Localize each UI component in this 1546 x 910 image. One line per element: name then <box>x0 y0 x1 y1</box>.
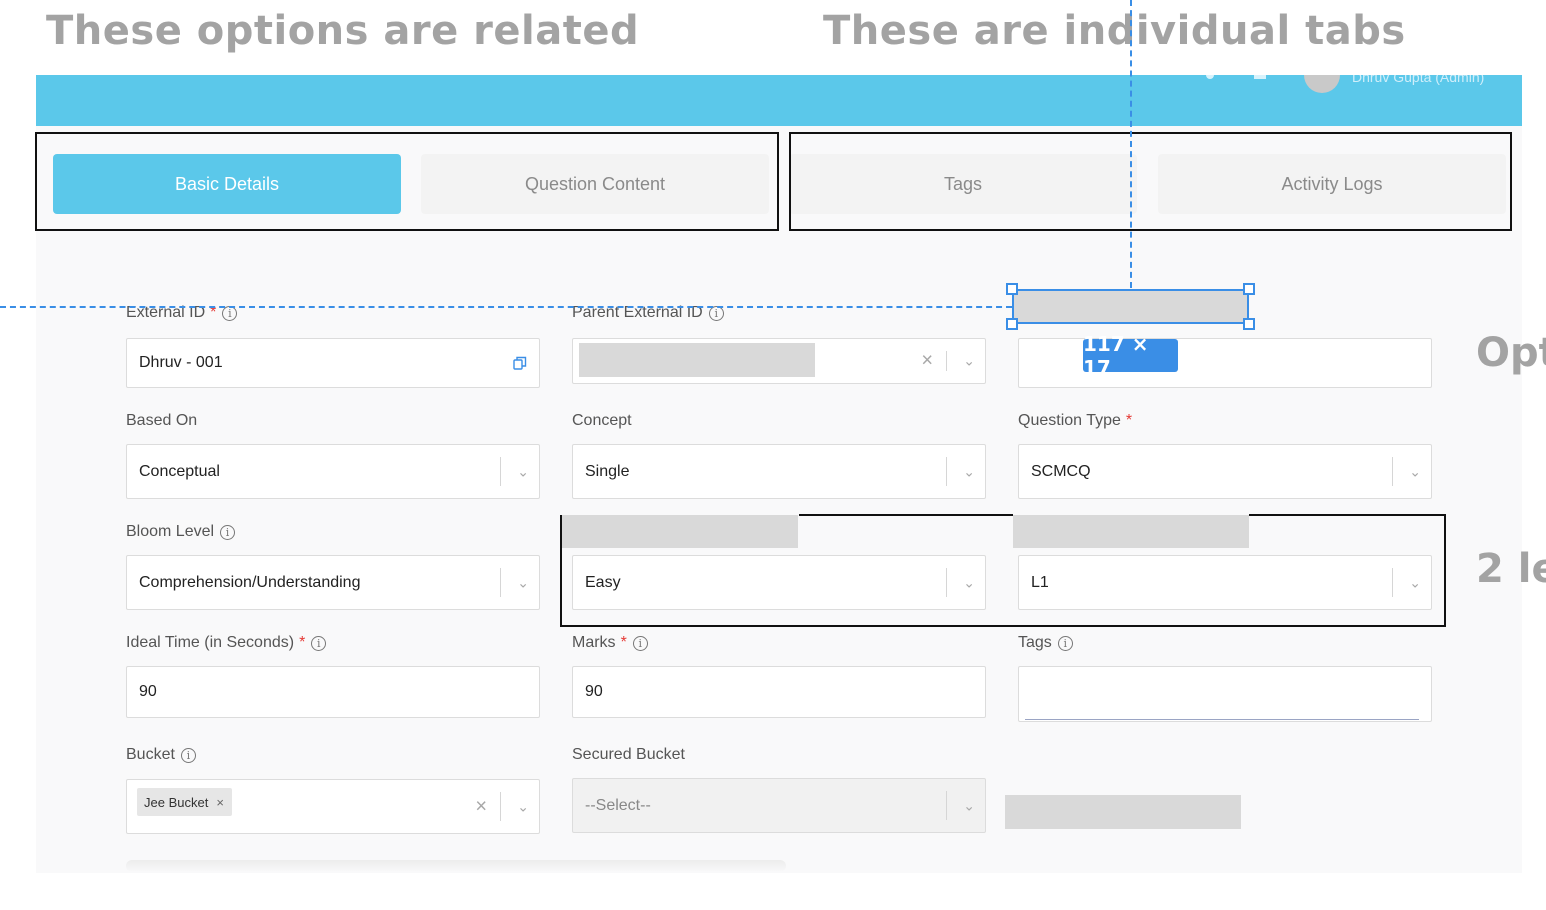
annotation-individual-tabs: These are individual tabs <box>823 8 1406 54</box>
bucket-chip[interactable]: Jee Bucket × <box>137 788 232 816</box>
secured-bucket-select[interactable]: --Select-- ⌄ <box>572 778 986 833</box>
info-icon[interactable]: i <box>1057 635 1073 651</box>
horizontal-guide-line <box>0 306 1012 308</box>
resize-handle-top-right[interactable] <box>1243 283 1255 295</box>
bloom-level-select[interactable]: Comprehension/Understanding ⌄ <box>126 555 540 610</box>
info-icon[interactable]: i <box>180 747 196 763</box>
top-bar: Dhruv Gupta (Admin) <box>36 75 1522 126</box>
resize-handle-bottom-right[interactable] <box>1243 318 1255 330</box>
chevron-down-icon[interactable]: ⌄ <box>963 797 975 814</box>
clear-icon[interactable]: × <box>475 795 487 818</box>
clear-icon[interactable]: × <box>921 350 933 373</box>
secured-bucket-label: Secured Bucket <box>572 746 685 763</box>
chevron-down-icon[interactable]: ⌄ <box>517 798 529 815</box>
dimension-badge: 117 × 17 <box>1083 332 1178 380</box>
ideal-time-label: Ideal Time (in Seconds) * i <box>126 634 327 652</box>
bucket-label: Bucket i <box>126 746 196 764</box>
copy-icon[interactable] <box>513 356 527 370</box>
chevron-down-icon[interactable]: ⌄ <box>517 574 529 591</box>
ideal-time-input[interactable]: 90 <box>126 666 540 718</box>
bloom-level-label: Bloom Level i <box>126 523 236 541</box>
user-name[interactable]: Dhruv Gupta (Admin) <box>1352 75 1484 85</box>
annotation-box-related-tabs <box>35 132 779 231</box>
marks-label: Marks * i <box>572 634 648 652</box>
resize-handle-top-left[interactable] <box>1006 283 1018 295</box>
concept-label: Concept <box>572 412 632 429</box>
redacted-block <box>1005 795 1241 829</box>
annotation-box-individual-tabs <box>789 132 1512 231</box>
resize-handle-bottom-left[interactable] <box>1006 318 1018 330</box>
avatar[interactable] <box>1304 75 1340 93</box>
concept-select[interactable]: Single ⌄ <box>572 444 986 499</box>
panel-footer-shadow <box>126 860 786 872</box>
redacted-field[interactable] <box>1018 338 1432 388</box>
chip-remove-icon[interactable]: × <box>216 795 224 810</box>
question-type-select[interactable]: SCMCQ ⌄ <box>1018 444 1432 499</box>
info-icon[interactable]: i <box>311 635 327 651</box>
chevron-down-icon[interactable]: ⌄ <box>963 463 975 480</box>
question-type-label: Question Type * <box>1018 412 1133 429</box>
annotation-related-options: These options are related <box>46 8 640 54</box>
selection-box[interactable] <box>1012 289 1249 324</box>
based-on-select[interactable]: Conceptual ⌄ <box>126 444 540 499</box>
info-icon[interactable]: i <box>220 524 236 540</box>
vertical-guide-line <box>1130 0 1132 288</box>
annotation-side-levels: 2 le <box>1476 546 1546 592</box>
parent-external-id-select[interactable]: × ⌄ <box>572 338 986 384</box>
notification-icon[interactable] <box>1206 75 1214 79</box>
info-icon[interactable]: i <box>632 635 648 651</box>
bucket-select[interactable]: Jee Bucket × × ⌄ <box>126 779 540 834</box>
annotation-side-options: Opt <box>1476 330 1546 376</box>
redacted-value <box>579 343 815 377</box>
external-id-field[interactable]: Dhruv - 001 <box>126 338 540 388</box>
chevron-down-icon[interactable]: ⌄ <box>1409 463 1421 480</box>
tags-label: Tags i <box>1018 634 1073 652</box>
tags-input[interactable] <box>1018 666 1432 722</box>
chevron-down-icon[interactable]: ⌄ <box>963 353 975 370</box>
marks-input[interactable]: 90 <box>572 666 986 718</box>
annotation-box-linked-fields <box>560 514 1446 627</box>
apps-icon[interactable] <box>1254 75 1266 79</box>
based-on-label: Based On <box>126 412 198 429</box>
chevron-down-icon[interactable]: ⌄ <box>517 463 529 480</box>
